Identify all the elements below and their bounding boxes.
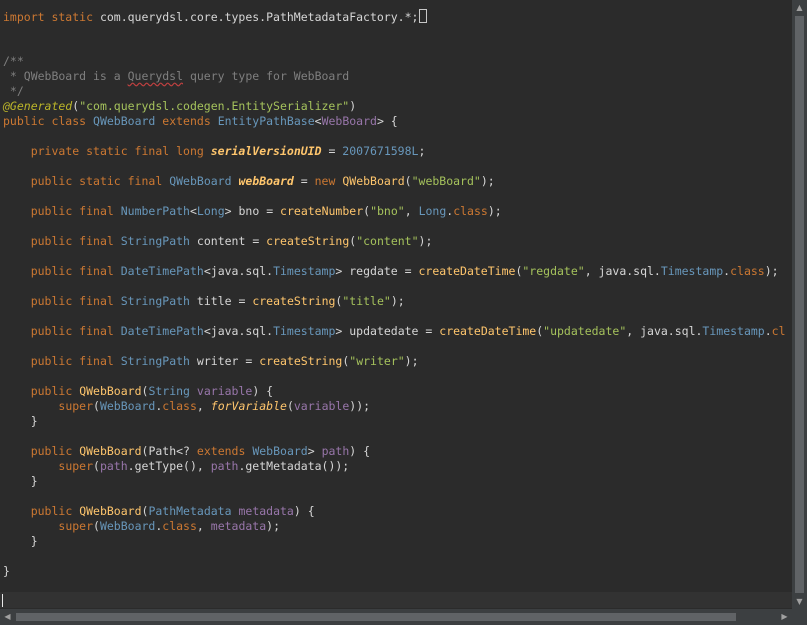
code-line-comment-open: /** xyxy=(3,54,24,68)
code-editor[interactable]: import static com.querydsl.core.types.Pa… xyxy=(0,0,792,609)
annotation: @Generated xyxy=(3,99,73,113)
code-line-ctor1-body: super(WebBoard.class, forVariable(variab… xyxy=(58,399,371,413)
keyword-import: import static xyxy=(3,10,94,24)
code-line-annotation: @Generated("com.querydsl.codegen.EntityS… xyxy=(3,99,357,113)
code-line-class-close: } xyxy=(3,564,10,578)
code-line-field-bno: public final NumberPath<Long> bno = crea… xyxy=(30,204,502,218)
code-line-ctor2-body: super(path.getType(), path.getMetadata()… xyxy=(58,459,350,473)
horizontal-scrollbar[interactable]: ◀ ▶ xyxy=(0,609,792,625)
scroll-down-arrow-icon[interactable]: ▼ xyxy=(792,594,807,609)
code-line-ctor2-close: } xyxy=(3,474,38,488)
vertical-scrollbar[interactable]: ▲ ▼ xyxy=(792,0,807,609)
code-line-comment-close: */ xyxy=(3,84,24,98)
code-line-ctor3-close: } xyxy=(3,534,38,548)
text-caret xyxy=(2,594,3,607)
code-line-class-decl: public class QWebBoard extends EntityPat… xyxy=(3,114,398,128)
scroll-right-arrow-icon[interactable]: ▶ xyxy=(777,609,792,624)
import-path: com.querydsl.core.types.PathMetadataFact… xyxy=(93,10,419,24)
scroll-up-arrow-icon[interactable]: ▲ xyxy=(792,0,807,15)
code-line-ctor1-decl: public QWebBoard(String variable) { xyxy=(30,384,274,398)
class-name[interactable]: QWebBoard xyxy=(93,114,155,128)
code-line-ctor3-decl: public QWebBoard(PathMetadata metadata) … xyxy=(30,504,315,518)
spellcheck-word[interactable]: Querydsl xyxy=(128,69,183,83)
code-line-serial: private static final long serialVersionU… xyxy=(30,144,426,158)
vertical-scroll-thumb[interactable] xyxy=(795,16,804,593)
scrollbar-corner xyxy=(792,609,807,625)
code-line-field-title: public final StringPath title = createSt… xyxy=(30,294,405,308)
code-line-comment-text: * QWebBoard is a Querydsl query type for… xyxy=(3,69,350,83)
code-line-ctor2-decl: public QWebBoard(Path<? extends WebBoard… xyxy=(30,444,371,458)
code-line-field-content: public final StringPath content = create… xyxy=(30,234,433,248)
bracket-match-box xyxy=(419,9,428,23)
code-line-import: import static com.querydsl.core.types.Pa… xyxy=(3,9,428,24)
code-line-ctor1-close: } xyxy=(3,414,38,428)
current-line-highlight xyxy=(0,592,792,608)
horizontal-scroll-thumb[interactable] xyxy=(16,613,736,621)
code-line-ctor3-body: super(WebBoard.class, metadata); xyxy=(58,519,281,533)
code-line-field-regdate: public final DateTimePath<java.sql.Times… xyxy=(30,264,779,278)
code-line-self-instance: public static final QWebBoard webBoard =… xyxy=(30,174,495,188)
scroll-left-arrow-icon[interactable]: ◀ xyxy=(0,609,15,624)
code-line-field-writer: public final StringPath writer = createS… xyxy=(30,354,419,368)
code-line-field-updatedate: public final DateTimePath<java.sql.Times… xyxy=(30,324,786,338)
